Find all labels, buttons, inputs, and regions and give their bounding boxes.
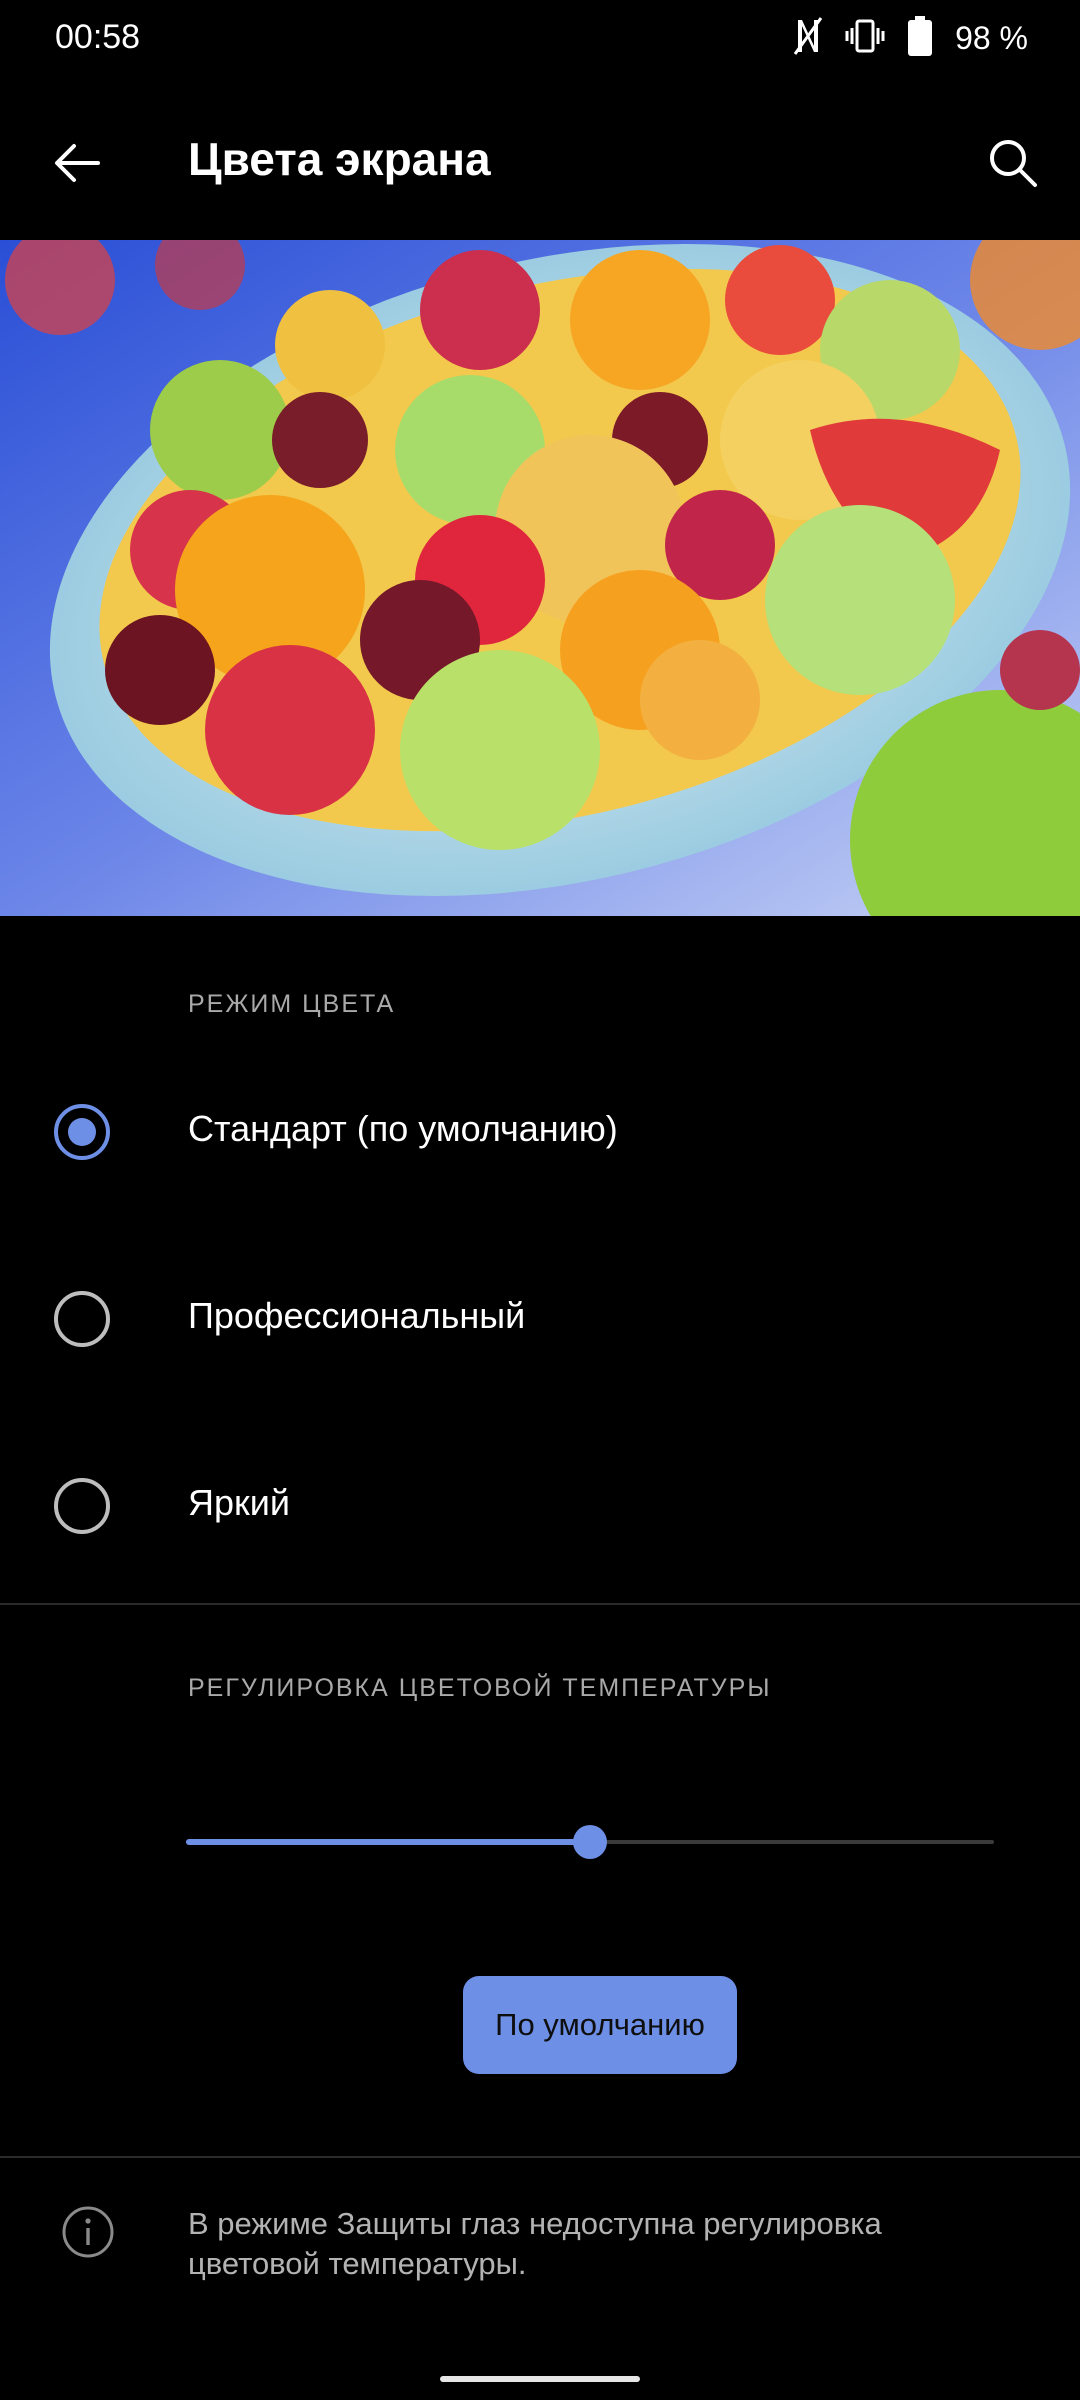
radio-label-vivid: Яркий [188, 1482, 290, 1523]
radio-button[interactable] [54, 1291, 110, 1347]
battery-icon [907, 15, 933, 62]
divider [0, 1603, 1080, 1605]
info-text: В режиме Защиты глаз недоступна регулиро… [188, 2206, 882, 2281]
slider-thumb[interactable] [573, 1825, 607, 1859]
divider [0, 2156, 1080, 2158]
radio-label-standard: Стандарт (по умолчанию) [188, 1108, 618, 1149]
arrow-left-icon [55, 144, 100, 182]
status-icons: 98 % [793, 14, 1028, 62]
color-temperature-header: РЕГУЛИРОВКА ЦВЕТОВОЙ ТЕМПЕРАТУРЫ [188, 1674, 772, 1702]
search-button[interactable] [976, 126, 1050, 200]
radio-button[interactable] [54, 1478, 110, 1534]
radio-option-professional[interactable]: Профессиональный [0, 1229, 1080, 1415]
vibrate-icon [845, 16, 885, 61]
radio-option-standard[interactable]: Стандарт (по умолчанию) [0, 1042, 1080, 1228]
page-title: Цвета экрана [188, 133, 491, 185]
back-button[interactable] [40, 126, 114, 200]
info-icon [60, 2204, 116, 2260]
radio-button-checked[interactable] [54, 1104, 110, 1160]
home-indicator[interactable] [440, 2376, 640, 2382]
search-icon [990, 140, 1037, 187]
nfc-icon [793, 16, 823, 61]
reset-default-button[interactable]: По умолчанию [463, 1976, 737, 2074]
radio-label-professional: Профессиональный [188, 1295, 526, 1336]
color-mode-header: РЕЖИМ ЦВЕТА [188, 990, 396, 1018]
status-bar: 00:58 98 % [0, 0, 1080, 80]
slider-fill [186, 1839, 590, 1845]
color-preview-image [0, 240, 1080, 916]
battery-percent: 98 % [955, 19, 1028, 56]
color-temperature-slider[interactable] [186, 1816, 994, 1868]
app-bar: Цвета экрана [0, 80, 1080, 240]
status-time: 00:58 [55, 18, 141, 56]
radio-option-vivid[interactable]: Яркий [0, 1416, 1080, 1602]
